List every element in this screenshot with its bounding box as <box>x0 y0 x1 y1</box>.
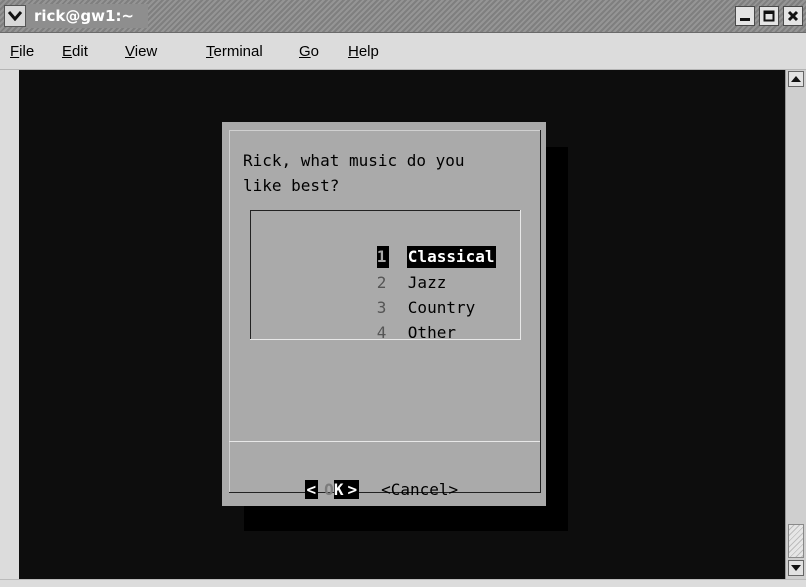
arrow-up-icon <box>791 76 801 82</box>
option-tag: 4 <box>376 323 387 342</box>
menu-edit-label: dit <box>72 43 88 60</box>
option-other[interactable]: 4 Other <box>319 300 457 342</box>
menu-edit-mnemonic: E <box>62 43 73 60</box>
menu-edit[interactable]: Edit <box>62 43 88 61</box>
menu-view-mnemonic: V <box>125 43 135 60</box>
close-button[interactable] <box>783 6 803 26</box>
window-title: rick@gw1:~ <box>26 4 149 28</box>
chevron-down-icon <box>8 11 22 21</box>
menu-go-mnemonic: G <box>299 43 311 60</box>
option-label: Other <box>407 323 456 342</box>
options-border-top <box>250 210 521 211</box>
option-country[interactable]: 3 Country <box>319 275 476 317</box>
menu-file-mnemonic: F <box>10 43 20 60</box>
dialog-border-right <box>540 130 541 493</box>
maximize-icon <box>763 10 775 22</box>
cancel-button[interactable]: <Cancel> <box>381 478 458 502</box>
menu-dialog: Rick, what music do you like best? 1 Clas… <box>222 122 546 506</box>
menu-terminal-mnemonic: T <box>206 43 214 60</box>
dialog-border-top <box>229 130 541 131</box>
menu-go[interactable]: Go <box>299 43 319 61</box>
button-separator <box>229 441 541 442</box>
menu-go-label: o <box>310 43 320 60</box>
minimize-icon <box>740 18 750 21</box>
dialog-buttons: < OK > <Cancel> <box>266 454 458 499</box>
button-separator-end <box>540 441 541 443</box>
title-bar[interactable]: rick@gw1:~ <box>0 0 806 33</box>
dialog-border-left <box>229 130 230 493</box>
dialog-prompt: Rick, what music do you like best? <box>243 151 465 195</box>
vertical-scrollbar[interactable] <box>785 70 806 579</box>
menu-bar: File Edit View Terminal Go Help <box>0 33 806 70</box>
menu-help-label: elp <box>358 43 379 60</box>
window-bottom-border <box>0 579 806 587</box>
menu-terminal[interactable]: Terminal <box>206 43 263 61</box>
menu-terminal-label: erminal <box>213 43 263 60</box>
option-jazz[interactable]: 2 Jazz <box>319 250 447 292</box>
minimize-button[interactable] <box>735 6 755 26</box>
options-list: 1 Classical 2 Jazz 3 Country 4 Other <box>250 210 521 342</box>
menu-view-label: iew <box>134 43 158 60</box>
window-menu-button[interactable] <box>4 5 26 27</box>
menu-help-mnemonic: H <box>348 43 359 60</box>
ok-bracket-left: < <box>304 480 319 499</box>
arrow-down-icon <box>791 565 801 571</box>
options-border-left <box>250 210 251 340</box>
scroll-up-button[interactable] <box>788 71 804 87</box>
option-classical[interactable]: 1 Classical <box>319 224 496 268</box>
close-icon <box>787 10 799 22</box>
scroll-down-button[interactable] <box>788 560 804 576</box>
scrollbar-thumb[interactable] <box>788 524 804 558</box>
menu-file-label: ile <box>19 43 35 60</box>
ok-button[interactable]: < OK > <box>304 478 360 502</box>
ok-letter-o: O <box>324 480 334 499</box>
window-left-border <box>0 70 19 587</box>
maximize-button[interactable] <box>759 6 779 26</box>
ok-bracket-right: > <box>345 480 360 499</box>
menu-help[interactable]: Help <box>348 43 379 61</box>
menu-view[interactable]: View <box>125 43 157 61</box>
ok-letter-k: K <box>333 480 346 499</box>
options-border-right <box>520 210 521 340</box>
menu-file[interactable]: File <box>10 43 34 61</box>
